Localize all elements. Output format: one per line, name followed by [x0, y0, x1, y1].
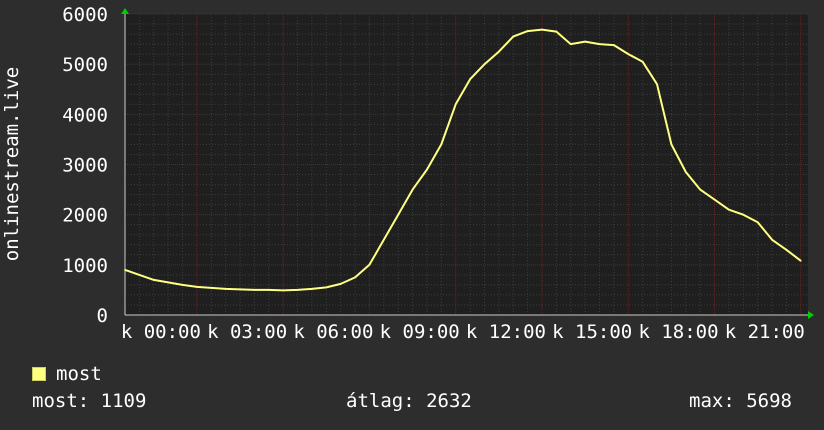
stats-row: most: 1109 átlag: 2632 max: 5698 [32, 390, 792, 416]
data-point-most [167, 281, 169, 284]
data-point-most [670, 143, 673, 146]
average-stat-value: 2632 [426, 390, 472, 412]
data-point-most [699, 188, 701, 191]
data-point-most [641, 60, 644, 63]
data-point-most [469, 78, 471, 81]
y-tick-label: 2000 [62, 205, 108, 227]
data-point-most [124, 269, 126, 271]
data-point-most [627, 53, 630, 55]
data-point-most [800, 260, 802, 262]
legend-swatch [32, 367, 46, 381]
data-point-most [311, 288, 313, 290]
y-tick-label: 0 [97, 305, 108, 327]
data-point-most [684, 171, 687, 173]
data-point-most [138, 274, 141, 276]
data-point-most [440, 143, 443, 146]
y-tick-label: 3000 [62, 155, 108, 177]
x-tick-label: k 06:00 [293, 321, 373, 343]
data-point-most [253, 289, 256, 291]
legend-label: most [56, 363, 102, 385]
data-point-most [541, 28, 543, 31]
x-tick-label: k 03:00 [207, 321, 287, 343]
data-point-most [713, 198, 716, 201]
data-point-most [196, 286, 198, 288]
x-tick-label: k 15:00 [552, 321, 632, 343]
x-tick-label: k 18:00 [638, 321, 718, 343]
data-point-most [555, 30, 558, 33]
y-tick-label: 4000 [62, 104, 108, 126]
legend: most [32, 362, 102, 386]
data-point-most [526, 30, 529, 32]
x-tick-label: k 09:00 [380, 321, 460, 343]
data-point-most [771, 238, 773, 241]
data-point-most [756, 221, 759, 223]
data-point-most [354, 276, 356, 279]
line-chart: onlinestream.live 0 1000 2000 3000 4000 5000 6… [1, 4, 814, 343]
current-stat-value: 1109 [100, 390, 147, 412]
data-point-most [282, 289, 284, 292]
current-stat-label: most: [32, 390, 90, 412]
data-point-most [426, 168, 428, 171]
data-point-most [498, 50, 500, 53]
average-stat-label: átlag: [346, 390, 415, 412]
data-point-most [368, 264, 371, 266]
data-point-most [454, 103, 457, 106]
data-point-most [483, 63, 486, 65]
data-point-most [152, 279, 155, 281]
data-point-most [339, 283, 342, 285]
average-stat: átlag: 2632 [346, 390, 472, 412]
y-tick-label: 5000 [62, 54, 108, 76]
data-point-most [785, 248, 788, 251]
data-point-most [267, 289, 270, 291]
data-point-most [325, 286, 328, 289]
x-axis-arrow [808, 311, 814, 319]
data-point-most [239, 288, 241, 291]
data-point-most [296, 289, 299, 291]
current-stat: most: 1109 [32, 390, 146, 412]
y-axis-label: onlinestream.live [1, 67, 23, 261]
max-stat-label: max: [689, 390, 735, 412]
data-point-most [584, 40, 586, 43]
y-axis-arrow [121, 8, 129, 14]
data-point-most [512, 35, 515, 38]
y-tick-label: 1000 [62, 255, 108, 277]
data-point-most [613, 44, 615, 46]
data-point-most [383, 238, 385, 241]
x-tick-label: k 00:00 [121, 321, 201, 343]
data-point-most [742, 213, 745, 216]
y-tick-label: 6000 [62, 4, 108, 26]
data-point-most [411, 188, 414, 191]
data-point-most [210, 287, 213, 289]
data-point-most [181, 284, 184, 286]
x-tick-label: k 12:00 [466, 321, 546, 343]
data-point-most [224, 288, 227, 290]
data-point-most [569, 43, 572, 45]
max-stat-value: 5698 [746, 390, 792, 412]
x-tick-label: k 21:00 [725, 321, 805, 343]
data-point-most [397, 213, 400, 216]
data-point-most [598, 43, 601, 45]
data-point-most [728, 208, 730, 211]
data-point-most [656, 83, 658, 86]
max-stat: max: 5698 [689, 390, 792, 412]
